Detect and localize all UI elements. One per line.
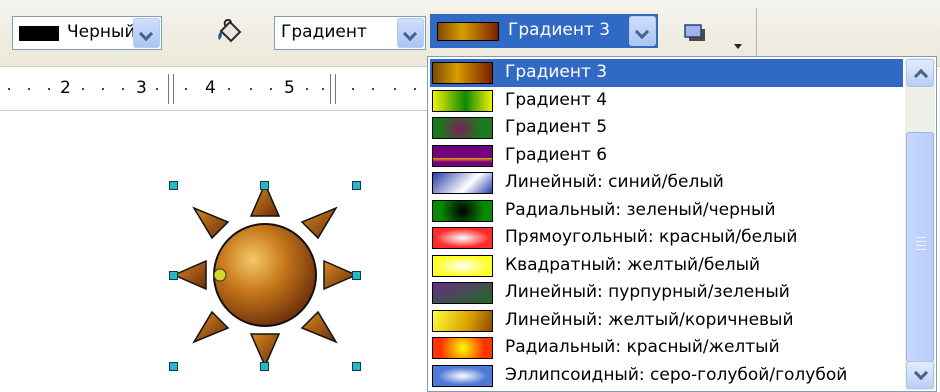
gradient-list-item-label: Градиент 4 — [505, 89, 608, 110]
area-style-dropdown-button[interactable] — [397, 18, 424, 48]
scroll-up-button[interactable] — [906, 59, 934, 87]
selection-handle[interactable] — [169, 181, 178, 190]
gradient-list-item[interactable]: Квадратный: желтый/белый — [430, 252, 903, 280]
gradient-list-item-label: Градиент 3 — [505, 62, 608, 82]
gradient-swatch — [432, 282, 493, 304]
gradient-swatch — [432, 144, 493, 167]
gradient-list-item-label: Линейный: желтый/коричневый — [505, 309, 794, 330]
selection-handle[interactable] — [260, 181, 269, 190]
gradient-list-item[interactable]: Радиальный: красный/желтый — [430, 334, 903, 362]
ruler-label: 2 — [60, 78, 71, 98]
drawing-canvas — [0, 112, 430, 392]
gradient-swatch — [432, 117, 493, 139]
gradient-swatch — [432, 309, 493, 332]
gradient-list-item-label: Радиальный: зеленый/черный — [505, 199, 776, 220]
gradient-list-item-label: Прямоугольный: красный/белый — [505, 227, 798, 247]
gradient-swatch — [432, 62, 493, 84]
area-style-label: Градиент — [281, 22, 367, 42]
gradient-swatch — [432, 172, 493, 194]
scroll-down-button[interactable] — [906, 361, 934, 389]
selection-handle[interactable] — [169, 271, 178, 280]
gradient-list-item-label: Градиент 6 — [505, 144, 608, 165]
gradient-combo[interactable]: Градиент 3 — [430, 14, 658, 48]
line-color-swatch — [19, 26, 59, 41]
shadow-icon[interactable] — [680, 18, 710, 48]
list-scrollbar[interactable] — [905, 58, 935, 390]
selection-handle[interactable] — [169, 362, 178, 371]
gradient-list-item[interactable]: Прямоугольный: красный/белый — [430, 224, 903, 252]
ruler-margin-marker[interactable] — [330, 74, 336, 104]
gradient-list-item[interactable]: Радиальный: зеленый/черный — [430, 197, 903, 225]
gradient-list-item[interactable]: Эллипсоидный: серо-голубой/голубой — [430, 362, 903, 390]
gradient-swatch — [432, 199, 493, 222]
gradient-swatch — [432, 254, 493, 277]
gradient-list-item[interactable]: Линейный: синий/белый — [430, 169, 903, 197]
gradient-list-item-label: Линейный: пурпурный/зеленый — [505, 282, 790, 302]
ruler-indent-marker[interactable] — [168, 74, 174, 104]
selection-handle[interactable] — [352, 362, 361, 371]
area-style-combo[interactable]: Градиент — [274, 16, 426, 50]
gradient-list-item[interactable]: Градиент 6 — [430, 142, 903, 170]
gradient-list-item-label: Квадратный: желтый/белый — [505, 254, 761, 275]
gradient-dropdown-list[interactable]: Градиент 3 Градиент 4 Градиент 5 Градиент 6… — [427, 56, 937, 392]
horizontal-ruler: 2 3 4 5 — [0, 70, 430, 111]
gradient-swatch — [432, 337, 493, 359]
toolbar-separator — [756, 8, 757, 58]
selection-handle[interactable] — [260, 362, 269, 371]
sun-shape[interactable] — [150, 172, 380, 382]
scroll-thumb[interactable] — [906, 132, 934, 362]
gradient-list-item[interactable]: Градиент 5 — [430, 114, 903, 142]
gradient-list-item[interactable]: Линейный: желтый/коричневый — [430, 307, 903, 335]
selection-handle[interactable] — [352, 271, 361, 280]
gradient-list-item-label: Линейный: синий/белый — [505, 172, 724, 192]
gradient-swatch — [432, 89, 493, 112]
gradient-list-item-label: Радиальный: красный/желтый — [505, 337, 780, 357]
ruler-label: 5 — [284, 78, 295, 98]
gradient-list-item-label: Эллипсоидный: серо-голубой/голубой — [505, 364, 848, 385]
line-color-dropdown-button[interactable] — [133, 18, 160, 48]
gradient-swatch — [432, 227, 493, 249]
line-color-combo[interactable]: Черный — [12, 16, 162, 50]
gradient-list-item[interactable]: Градиент 3 — [430, 59, 903, 87]
toolbar-overflow-icon[interactable] — [732, 38, 744, 52]
gradient-list-item[interactable]: Линейный: пурпурный/зеленый — [430, 279, 903, 307]
ruler-label: 4 — [205, 78, 216, 98]
selection-handle[interactable] — [352, 181, 361, 190]
gradient-combo-label: Градиент 3 — [508, 20, 611, 40]
ruler-label: 3 — [136, 78, 147, 98]
gradient-list-item[interactable]: Градиент 4 — [430, 87, 903, 115]
line-color-label: Черный — [67, 22, 136, 42]
paint-bucket-icon[interactable] — [213, 17, 245, 49]
gradient-dropdown-button[interactable] — [629, 16, 656, 46]
gradient-swatch — [432, 364, 493, 387]
gradient-combo-swatch — [437, 22, 499, 41]
gradient-list-item-label: Градиент 5 — [505, 117, 608, 137]
